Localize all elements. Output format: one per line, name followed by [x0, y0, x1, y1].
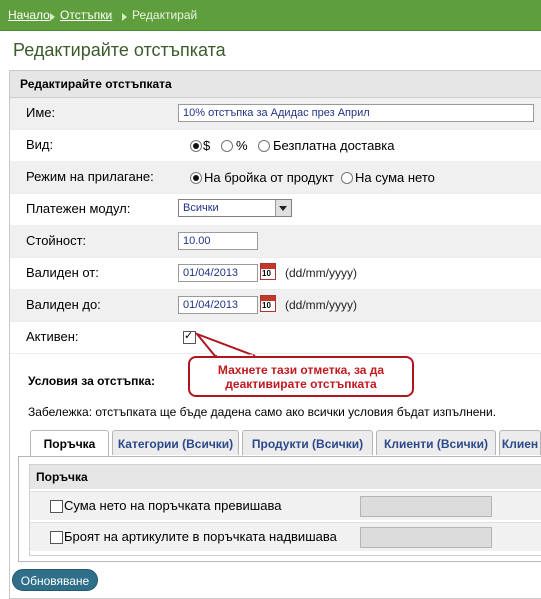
type-free-shipping-radio[interactable] — [258, 140, 270, 152]
panel-title: Редактирайте отстъпката — [20, 77, 172, 91]
breadcrumb-current: Редактирай — [132, 8, 198, 22]
condition-row: Броят на артикулите в поръчката надвишав… — [30, 522, 541, 551]
row-name: Име: 10% отстъпка за Адидас през Април — [10, 98, 541, 130]
breadcrumb-discounts-link[interactable]: Отстъпки — [60, 8, 112, 22]
calendar-icon[interactable]: 10 — [260, 263, 276, 280]
breadcrumb-separator-icon — [50, 13, 55, 21]
tab-products[interactable]: Продукти (Всички) — [242, 430, 373, 455]
panel-header: Редактирайте отстъпката — [10, 71, 541, 98]
order-section-header: Поръчка — [30, 465, 541, 489]
type-label: Вид: — [26, 137, 54, 152]
valid-from-input[interactable]: 01/04/2013 — [178, 264, 258, 282]
amount-label: Стойност: — [26, 233, 87, 248]
type-dollar-radio[interactable] — [190, 140, 202, 152]
deactivate-callout: Махнете тази отметка, за да деактивирате… — [188, 356, 414, 397]
conditions-title: Условия за отстъпка: — [28, 374, 156, 388]
tab-customers[interactable]: Клиенти (Всички) — [376, 430, 496, 455]
breadcrumb: Начало Отстъпки Редактирай — [0, 0, 541, 31]
mode-net-sum-radio[interactable] — [341, 172, 353, 184]
callout-text: Махнете тази отметка, за да деактивирате… — [190, 363, 412, 391]
valid-to-format: (dd/mm/yyyy) — [285, 298, 357, 312]
name-label: Име: — [26, 105, 56, 120]
row-active: Активен: — [10, 322, 541, 354]
type-dollar-label: $ — [203, 138, 211, 153]
breadcrumb-home-link[interactable]: Начало — [8, 8, 50, 22]
tab-categories[interactable]: Категории (Всички) — [112, 430, 239, 455]
calendar-icon[interactable]: 10 — [260, 295, 276, 312]
item-count-input[interactable] — [360, 527, 492, 548]
page-title: Редактирайте отстъпката — [13, 40, 226, 60]
valid-from-label: Валиден от: — [26, 265, 99, 280]
item-count-label: Броят на артикулите в поръчката надвишав… — [64, 529, 337, 544]
amount-input[interactable]: 10.00 — [178, 232, 258, 250]
callout-line-2: деактивирате отстъпката — [225, 377, 377, 391]
valid-to-input[interactable]: 01/04/2013 — [178, 296, 258, 314]
update-button[interactable]: Обновяване — [12, 569, 98, 591]
active-label: Активен: — [26, 329, 79, 344]
row-type: Вид: $ % Безплатна доставка — [10, 130, 541, 162]
conditions-note: Забележка: отстъпката ще бъде дадена сам… — [28, 405, 497, 419]
tab-order[interactable]: Поръчка — [30, 430, 109, 457]
mode-net-sum-label: На сума нето — [355, 170, 435, 185]
callout-line-1: Махнете тази отметка, за да — [217, 363, 385, 377]
order-total-input[interactable] — [360, 496, 492, 517]
payment-module-value: Всички — [183, 202, 219, 214]
row-payment: Платежен модул: Всички — [10, 194, 541, 226]
row-valid-from: Валиден от: 01/04/2013 10 (dd/mm/yyyy) — [10, 258, 541, 290]
chevron-down-icon[interactable] — [275, 200, 291, 216]
tab-customers-partial[interactable]: Клиен — [499, 430, 541, 455]
order-total-label: Сума нето на поръчката превишава — [64, 498, 282, 513]
valid-to-label: Валиден до: — [26, 297, 101, 312]
valid-from-format: (dd/mm/yyyy) — [285, 266, 357, 280]
row-valid-to: Валиден до: 01/04/2013 10 (dd/mm/yyyy) — [10, 290, 541, 322]
mode-label: Режим на прилагане: — [26, 169, 154, 184]
order-conditions: Поръчка Сума нето на поръчката превишава… — [29, 464, 541, 556]
conditions-box: Поръчка Сума нето на поръчката превишава… — [18, 456, 541, 562]
breadcrumb-separator-icon — [122, 13, 127, 21]
type-free-shipping-label: Безплатна доставка — [273, 138, 395, 153]
order-section-title: Поръчка — [36, 470, 88, 484]
mode-per-item-radio[interactable] — [190, 172, 202, 184]
row-mode: Режим на прилагане: На бройка от продукт… — [10, 162, 541, 194]
type-percent-label: % — [236, 138, 248, 153]
type-percent-radio[interactable] — [221, 140, 233, 152]
name-input[interactable]: 10% отстъпка за Адидас през Април — [178, 104, 534, 122]
row-amount: Стойност: 10.00 — [10, 226, 541, 258]
payment-module-select[interactable]: Всички — [178, 199, 292, 217]
mode-per-item-label: На бройка от продукт — [204, 170, 334, 185]
payment-label: Платежен модул: — [26, 201, 131, 216]
order-total-checkbox[interactable] — [50, 500, 63, 513]
item-count-checkbox[interactable] — [50, 531, 63, 544]
condition-row: Сума нето на поръчката превишава — [30, 491, 541, 520]
